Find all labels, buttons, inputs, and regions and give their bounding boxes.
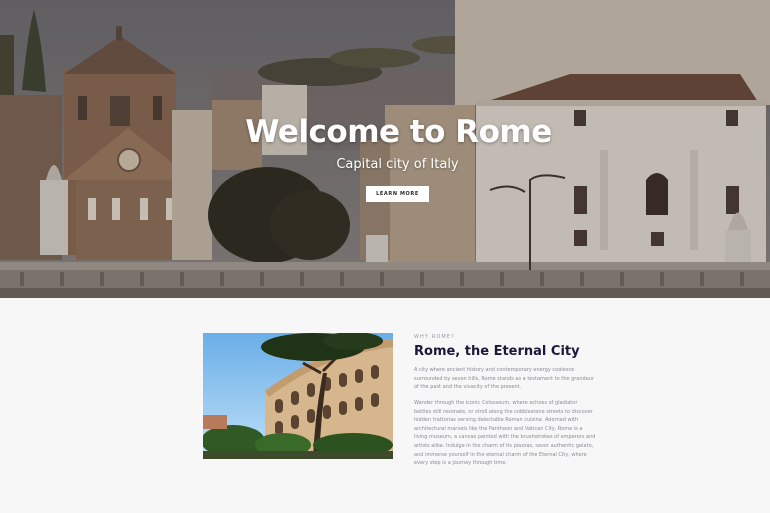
hero-title: Welcome to Rome [245, 114, 552, 150]
hero-subtitle: Capital city of Italy [336, 157, 459, 172]
intro-section: WHY ROME? Rome, the Eternal City A city … [0, 298, 770, 513]
hero-banner: Welcome to Rome Capital city of Italy LE… [0, 0, 770, 298]
section-title: Rome, the Eternal City [414, 344, 580, 359]
intro-paragraph: A city where ancient history and contemp… [414, 367, 595, 391]
section-eyebrow: WHY ROME? [414, 334, 455, 340]
colosseum-photo [203, 333, 393, 459]
intro-paragraph: Wander through the iconic Colosseum, whe… [414, 400, 596, 467]
learn-more-button[interactable]: LEARN MORE [366, 186, 429, 202]
